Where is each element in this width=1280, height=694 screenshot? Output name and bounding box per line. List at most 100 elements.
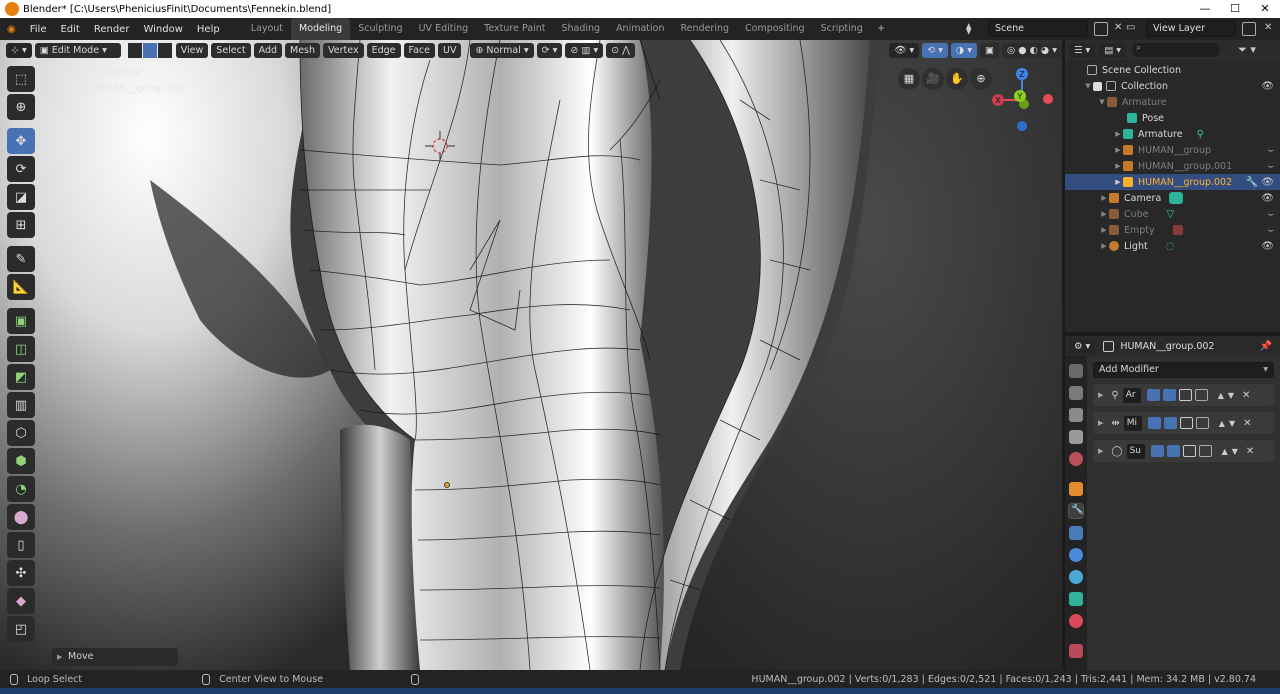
- overlays-icon[interactable]: ◑ ▾: [950, 42, 977, 58]
- snap-icon[interactable]: ⊘ ▥ ▾: [565, 42, 604, 58]
- outliner-row[interactable]: Scene Collection: [1065, 62, 1280, 78]
- measure-tool-icon[interactable]: 📐: [7, 274, 35, 300]
- scene-selector[interactable]: Scene: [988, 20, 1088, 37]
- outliner-row[interactable]: ▶ Cube ▽ ⌣: [1065, 206, 1280, 222]
- loop-cut-tool-icon[interactable]: ▥: [7, 392, 35, 418]
- outliner-row[interactable]: ▼ Collection 👁: [1065, 78, 1280, 94]
- select-box-icon[interactable]: ⬚: [7, 66, 35, 92]
- tab-compositing[interactable]: Compositing: [737, 18, 813, 40]
- camera-toggle-icon[interactable]: [1150, 445, 1164, 457]
- outliner-row[interactable]: ▶ Armature ⚲: [1065, 126, 1280, 142]
- texture-tab-icon[interactable]: [1069, 644, 1083, 658]
- expand-arrow-icon[interactable]: ▶: [1098, 419, 1103, 427]
- outliner-editor-type-icon[interactable]: ☰ ▾: [1069, 42, 1096, 58]
- move-down-icon[interactable]: ▼: [1229, 419, 1235, 428]
- gizmo-toggle-icon[interactable]: ⟲ ▾: [922, 42, 948, 58]
- outliner-row-selected[interactable]: ▶ HUMAN__group.002 🔧 👁: [1065, 174, 1280, 190]
- camera-data-icon[interactable]: [1169, 192, 1184, 204]
- new-view-layer-icon[interactable]: [1242, 22, 1256, 36]
- modifier-panel[interactable]: ▶ ◯ Su ▲ ▼ ✕: [1093, 440, 1274, 462]
- scale-tool-icon[interactable]: ◪: [7, 184, 35, 210]
- add-menu[interactable]: Add: [253, 42, 283, 58]
- move-down-icon[interactable]: ▼: [1228, 391, 1234, 400]
- mesh-data-icon[interactable]: ▽: [1167, 209, 1175, 220]
- modifier-wrench-icon[interactable]: 🔧: [1246, 177, 1258, 188]
- menu-window[interactable]: Window: [136, 24, 189, 35]
- bevel-tool-icon[interactable]: ◩: [7, 364, 35, 390]
- cage-toggle-icon[interactable]: [1194, 389, 1208, 401]
- material-tab-icon[interactable]: [1069, 614, 1083, 628]
- spin-tool-icon[interactable]: ◔: [7, 476, 35, 502]
- eye-icon[interactable]: 👁: [1261, 177, 1274, 188]
- mesh-menu[interactable]: Mesh: [285, 42, 321, 58]
- face-menu[interactable]: Face: [403, 42, 435, 58]
- camera-toggle-icon[interactable]: [1147, 417, 1161, 429]
- outliner-row[interactable]: ▶ Light ◌ 👁: [1065, 238, 1280, 254]
- toggle-camera-grid-icon[interactable]: ▦: [898, 68, 920, 90]
- view-layer-tab-icon[interactable]: [1069, 430, 1083, 444]
- physics-tab-icon[interactable]: [1069, 548, 1083, 562]
- particles-tab-icon[interactable]: [1069, 526, 1083, 540]
- bone-icon[interactable]: ⚲: [1197, 129, 1204, 140]
- expand-arrow-icon[interactable]: ▶: [1098, 447, 1103, 455]
- view-menu[interactable]: View: [175, 42, 209, 58]
- world-tab-icon[interactable]: [1069, 452, 1083, 466]
- view-layer-icon[interactable]: ▭: [1126, 22, 1135, 33]
- tab-scripting[interactable]: Scripting: [813, 18, 871, 40]
- menu-file[interactable]: File: [23, 24, 54, 35]
- modifier-panel[interactable]: ▶ ⇹ Mi ▲ ▼ ✕: [1093, 412, 1274, 434]
- tab-sculpting[interactable]: Sculpting: [350, 18, 410, 40]
- properties-editor-type-icon[interactable]: ⚙ ▾: [1069, 338, 1096, 354]
- menu-edit[interactable]: Edit: [53, 24, 86, 35]
- inset-tool-icon[interactable]: ◫: [7, 336, 35, 362]
- tab-uv-editing[interactable]: UV Editing: [411, 18, 477, 40]
- editmode-toggle-icon[interactable]: [1178, 389, 1192, 401]
- face-select-icon[interactable]: [157, 42, 172, 58]
- vertex-menu[interactable]: Vertex: [323, 42, 364, 58]
- proportional-edit-icon[interactable]: ⊙ ⋀: [606, 42, 635, 58]
- tab-shading[interactable]: Shading: [553, 18, 608, 40]
- last-operator-panel[interactable]: ▶ Move: [52, 648, 178, 666]
- modifier-tab-icon[interactable]: 🔧: [1068, 503, 1084, 519]
- tab-texture-paint[interactable]: Texture Paint: [476, 18, 553, 40]
- editor-type-button[interactable]: ⊹ ▾: [6, 42, 32, 58]
- menu-help[interactable]: Help: [190, 24, 227, 35]
- editmode-toggle-icon[interactable]: [1182, 445, 1196, 457]
- uv-menu[interactable]: UV: [437, 42, 462, 58]
- shrink-fatten-tool-icon[interactable]: ✣: [7, 560, 35, 586]
- light-data-icon[interactable]: ◌: [1166, 241, 1175, 252]
- remove-scene-icon[interactable]: ✕: [1114, 22, 1122, 33]
- new-scene-icon[interactable]: [1094, 22, 1108, 36]
- tab-modeling[interactable]: Modeling: [291, 18, 351, 40]
- add-workspace-button[interactable]: +: [871, 18, 891, 40]
- cage-toggle-icon[interactable]: [1195, 417, 1209, 429]
- eye-hidden-icon[interactable]: ⌣: [1267, 161, 1274, 172]
- shading-mode-icon[interactable]: ◎ ● ◐ ◕ ▾: [1001, 42, 1062, 58]
- outliner-search-input[interactable]: ⌕: [1132, 43, 1221, 57]
- navigation-gizmo[interactable]: Z X Y: [986, 64, 1058, 136]
- camera-toggle-icon[interactable]: [1146, 389, 1160, 401]
- eye-hidden-icon[interactable]: ⌣: [1267, 225, 1274, 236]
- tab-animation[interactable]: Animation: [608, 18, 672, 40]
- edge-select-icon[interactable]: [142, 42, 157, 58]
- visibility-icon[interactable]: 👁 ▾: [889, 42, 920, 58]
- empty-data-icon[interactable]: [1172, 225, 1183, 235]
- pivot-point-icon[interactable]: ⟳ ▾: [536, 42, 563, 58]
- remove-view-layer-icon[interactable]: ✕: [1264, 22, 1272, 33]
- object-data-tab-icon[interactable]: [1069, 592, 1083, 606]
- poly-build-tool-icon[interactable]: ⬢: [7, 448, 35, 474]
- modifier-name-field[interactable]: Ar: [1122, 387, 1141, 403]
- object-tab-icon[interactable]: [1069, 482, 1083, 496]
- outliner-row[interactable]: ▼ Armature: [1065, 94, 1280, 110]
- edge-menu[interactable]: Edge: [366, 42, 401, 58]
- display-mode-icon[interactable]: ▤ ▾: [1099, 42, 1127, 58]
- close-button[interactable]: ✕: [1250, 0, 1280, 18]
- pan-view-icon[interactable]: ✋: [946, 68, 968, 90]
- move-up-icon[interactable]: ▲: [1218, 391, 1224, 400]
- annotate-tool-icon[interactable]: ✎: [7, 246, 35, 272]
- minimize-button[interactable]: —: [1190, 0, 1220, 18]
- move-up-icon[interactable]: ▲: [1222, 447, 1228, 456]
- move-tool-icon[interactable]: ✥: [7, 128, 35, 154]
- rotate-tool-icon[interactable]: ⟳: [7, 156, 35, 182]
- pin-icon[interactable]: 📌: [1260, 341, 1272, 352]
